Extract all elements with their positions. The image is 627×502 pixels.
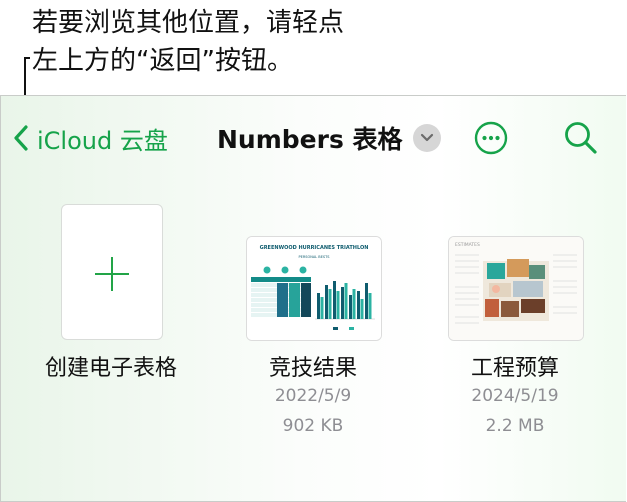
document-thumbnail-budget[interactable]: ESTIMATES <box>448 236 584 341</box>
thumb-subtitle: PERSONAL BESTS <box>299 255 331 259</box>
title-menu-button[interactable]: Numbers 表格 <box>217 118 441 158</box>
search-button[interactable] <box>563 120 599 156</box>
callout-line-1: 若要浏览其他位置，请轻点 <box>32 8 345 38</box>
callout-text: 若要浏览其他位置，请轻点 左上方的“返回”按钮。 <box>32 4 392 80</box>
spreadsheet-preview: GREENWOOD HURRICANES TRIATHLON PERSONAL … <box>247 237 381 340</box>
chevron-left-icon <box>14 125 28 151</box>
create-spreadsheet-label[interactable]: 创建电子表格 <box>36 350 186 382</box>
search-icon <box>565 122 597 154</box>
document-size-results: 902 KB <box>282 416 344 436</box>
document-thumbnail-results[interactable]: GREENWOOD HURRICANES TRIATHLON PERSONAL … <box>246 236 382 341</box>
thumb-title: ESTIMATES <box>455 242 480 248</box>
document-name-budget[interactable]: 工程预算 <box>440 350 590 382</box>
ellipsis-circle-icon <box>474 121 508 155</box>
spreadsheet-preview: ESTIMATES <box>449 237 583 340</box>
document-date-budget: 2024/5/19 <box>471 386 559 406</box>
callout-line-2: 左上方的“返回”按钮。 <box>32 46 293 76</box>
page-title: Numbers 表格 <box>217 125 403 154</box>
back-label: iCloud 云盘 <box>37 126 168 155</box>
back-button[interactable]: iCloud 云盘 <box>13 118 168 158</box>
create-spreadsheet-tile[interactable] <box>61 204 163 340</box>
document-browser: iCloud 云盘 Numbers 表格 创建电子表格 GREENWOOD HU… <box>0 95 626 502</box>
thumb-title: GREENWOOD HURRICANES TRIATHLON <box>260 245 369 251</box>
more-options-button[interactable] <box>474 121 508 155</box>
document-size-budget: 2.2 MB <box>485 416 545 436</box>
toolbar: iCloud 云盘 Numbers 表格 <box>1 96 626 180</box>
chevron-down-icon <box>412 124 441 152</box>
document-name-results[interactable]: 竞技结果 <box>238 350 388 382</box>
document-date-results: 2022/5/9 <box>274 386 352 406</box>
